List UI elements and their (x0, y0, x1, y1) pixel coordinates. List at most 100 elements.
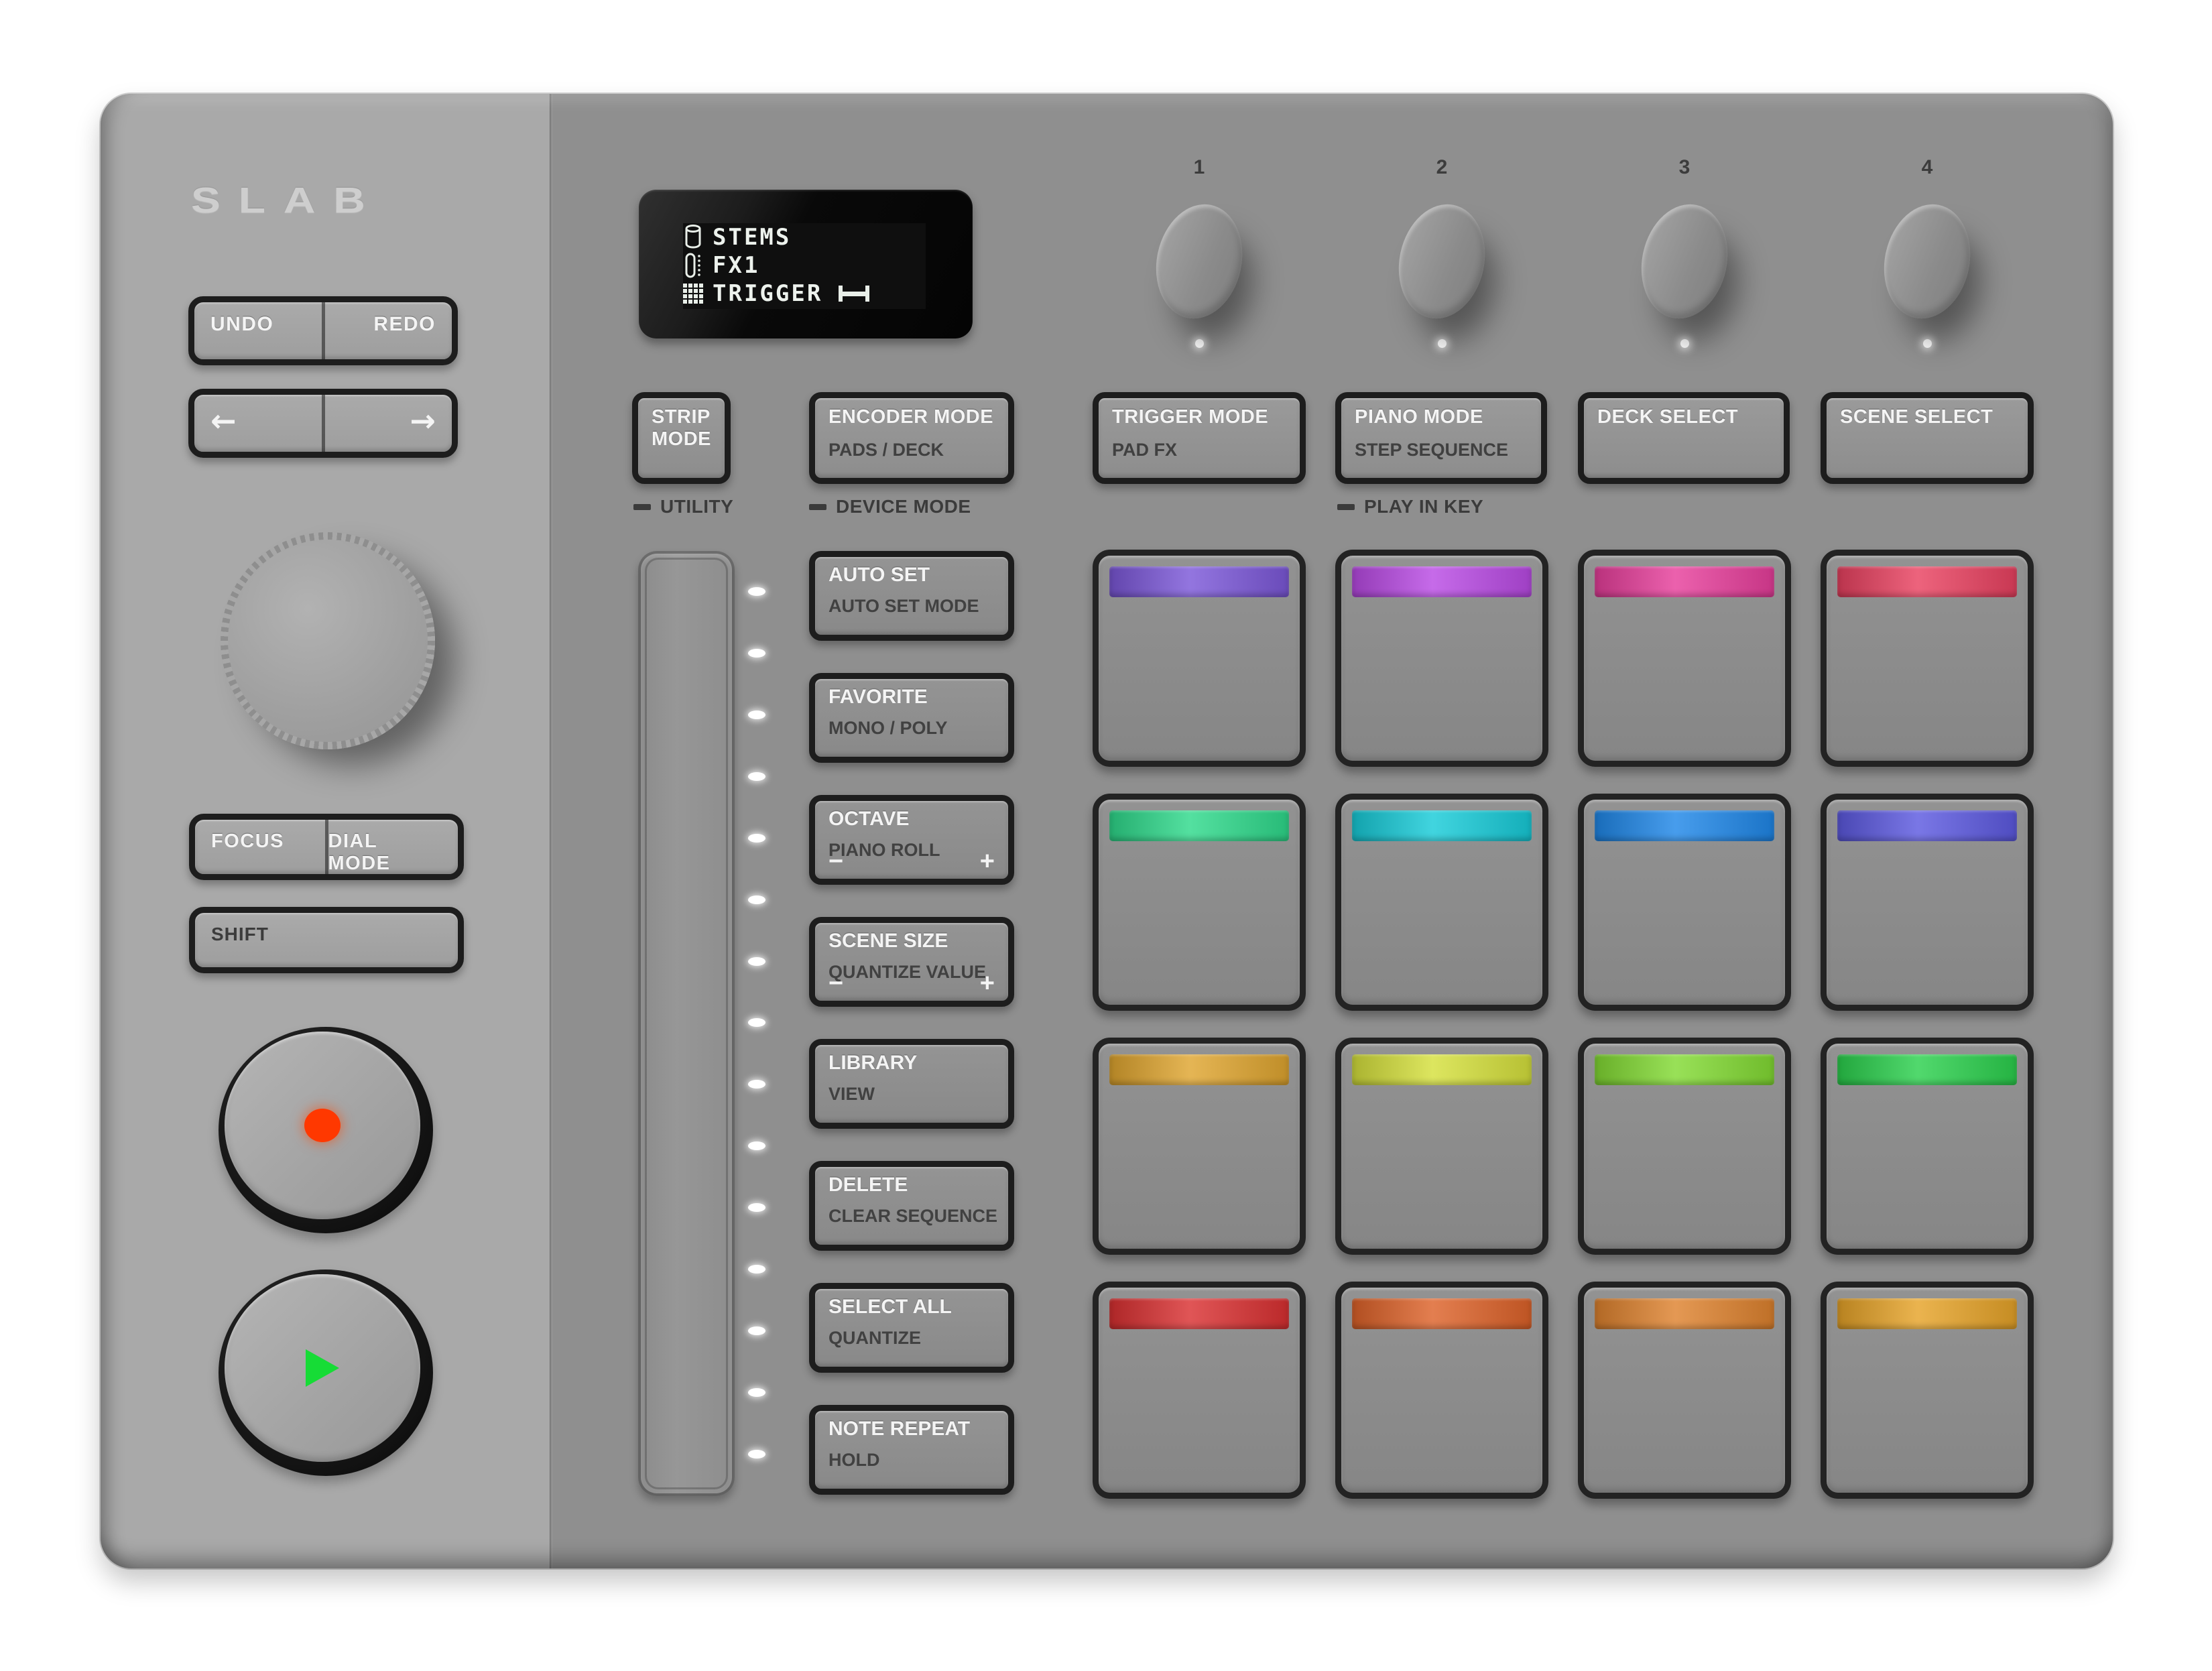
play-button-face (225, 1274, 420, 1462)
undo-redo-buttons: UNDO REDO (188, 296, 458, 365)
strip-led (748, 649, 765, 658)
arrow-left-button[interactable]: ← (194, 395, 322, 452)
play-in-key-label: PLAY IN KEY (1337, 495, 1483, 519)
dash-icon (633, 504, 651, 510)
auto-set-button[interactable]: AUTO SET AUTO SET MODE (809, 551, 1014, 641)
pad-r4c3[interactable] (1578, 1282, 1791, 1499)
shift-label: SHIFT (211, 924, 269, 945)
encoder-knob-1[interactable] (1146, 196, 1252, 326)
redo-label: REDO (373, 313, 436, 336)
note-repeat-button[interactable]: NOTE REPEAT HOLD (809, 1405, 1014, 1495)
favorite-button[interactable]: FAVORITE MONO / POLY (809, 673, 1014, 763)
pad-color-strip (1352, 810, 1532, 841)
deck-select-button[interactable]: DECK SELECT (1578, 392, 1790, 484)
deck-select-label: DECK SELECT (1597, 406, 1738, 428)
pad-color-strip (1837, 810, 2017, 841)
display-line-trigger: TRIGGER (683, 280, 926, 308)
knob-number-3: 3 (1617, 156, 1752, 180)
octave-button[interactable]: OCTAVE PIANO ROLL − + (809, 795, 1014, 885)
dash-icon (809, 504, 826, 510)
pad-color-strip (1109, 566, 1289, 597)
pad-r1c2[interactable] (1335, 550, 1548, 767)
pad-r1c3[interactable] (1578, 550, 1791, 767)
scene-select-button[interactable]: SCENE SELECT (1821, 392, 2034, 484)
pad-color-strip (1595, 1298, 1774, 1329)
knob-led-1 (1195, 339, 1204, 348)
knob-number-4: 4 (1860, 156, 1994, 180)
encoder-knob-3[interactable] (1631, 196, 1737, 326)
pad-r2c1[interactable] (1093, 794, 1306, 1011)
encoder-group-4: 4 (1860, 156, 1994, 348)
pad-r4c4[interactable] (1821, 1282, 2034, 1499)
delete-button[interactable]: DELETE CLEAR SEQUENCE (809, 1161, 1014, 1251)
pad-r1c1[interactable] (1093, 550, 1306, 767)
focus-button[interactable]: FOCUS (195, 820, 325, 874)
display-line2-text: FX1 (713, 252, 759, 279)
record-button[interactable] (219, 1027, 433, 1233)
pad-r2c4[interactable] (1821, 794, 2034, 1011)
play-icon (306, 1349, 339, 1387)
pad-r3c4[interactable] (1821, 1038, 2034, 1255)
pad-r4c2[interactable] (1335, 1282, 1548, 1499)
knob-led-2 (1438, 339, 1447, 348)
pad-color-strip (1109, 810, 1289, 841)
display-line-fx: FX1 (683, 251, 926, 280)
pad-color-strip (1595, 1054, 1774, 1085)
trigger-mode-sublabel: PAD FX (1112, 440, 1177, 460)
encoder-knob-4[interactable] (1873, 196, 1980, 326)
pad-color-strip (1352, 1054, 1532, 1085)
shift-button[interactable]: SHIFT (189, 907, 464, 973)
piano-mode-button[interactable]: PIANO MODE STEP SEQUENCE (1335, 392, 1547, 484)
encoder-mode-sublabel: PADS / DECK (828, 440, 944, 460)
pad-r3c1[interactable] (1093, 1038, 1306, 1255)
strip-led-column (748, 587, 765, 1459)
trigger-mode-button[interactable]: TRIGGER MODE PAD FX (1093, 392, 1306, 484)
utility-label: UTILITY (633, 495, 733, 519)
pad-r2c2[interactable] (1335, 794, 1548, 1011)
hold-tie-icon (839, 285, 869, 302)
strip-led (748, 1388, 765, 1397)
pad-color-strip (1595, 810, 1774, 841)
undo-button[interactable]: UNDO (194, 302, 322, 359)
dial-face (228, 540, 428, 742)
pad-r2c3[interactable] (1578, 794, 1791, 1011)
redo-button[interactable]: REDO (325, 302, 452, 359)
navigate-buttons: ← → (188, 389, 458, 458)
arrow-left-icon: ← (210, 402, 237, 438)
piano-mode-label: PIANO MODE (1355, 406, 1483, 428)
strip-led (748, 1265, 765, 1274)
encoder-group-1: 1 (1132, 156, 1266, 348)
knob-number-1: 1 (1132, 156, 1266, 180)
strip-mode-button[interactable]: STRIP MODE (632, 392, 731, 484)
stems-icon (683, 224, 706, 251)
fader-icon (683, 252, 706, 279)
screenshot-canvas: SLAB UNDO REDO ← → FOCUS (0, 0, 2212, 1671)
select-all-button[interactable]: SELECT ALL QUANTIZE (809, 1283, 1014, 1373)
strip-led (748, 957, 765, 966)
strip-led (748, 1326, 765, 1335)
strip-led (748, 587, 765, 596)
brand-logo: SLAB (191, 180, 383, 221)
pad-r4c1[interactable] (1093, 1282, 1306, 1499)
record-button-face (225, 1032, 420, 1219)
pad-r3c2[interactable] (1335, 1038, 1548, 1255)
encoder-knob-2[interactable] (1388, 196, 1495, 326)
pad-r1c4[interactable] (1821, 550, 2034, 767)
undo-label: UNDO (210, 313, 273, 336)
arrow-right-button[interactable]: → (325, 395, 452, 452)
touch-strip[interactable] (638, 551, 735, 1496)
scene-select-label: SCENE SELECT (1840, 406, 1993, 428)
dash-icon (1337, 504, 1355, 510)
browse-dial[interactable] (221, 532, 435, 749)
play-button[interactable] (219, 1270, 433, 1476)
knob-number-2: 2 (1375, 156, 1509, 180)
pad-color-strip (1837, 1054, 2017, 1085)
encoder-mode-button[interactable]: ENCODER MODE PADS / DECK (809, 392, 1014, 484)
dial-mode-label: DIAL MODE (328, 830, 442, 875)
strip-led (748, 1080, 765, 1089)
library-button[interactable]: LIBRARY VIEW (809, 1039, 1014, 1129)
scene-size-button[interactable]: SCENE SIZE QUANTIZE VALUE − + (809, 917, 1014, 1007)
dial-mode-button[interactable]: DIAL MODE (328, 820, 458, 874)
pad-color-strip (1109, 1054, 1289, 1085)
pad-r3c3[interactable] (1578, 1038, 1791, 1255)
